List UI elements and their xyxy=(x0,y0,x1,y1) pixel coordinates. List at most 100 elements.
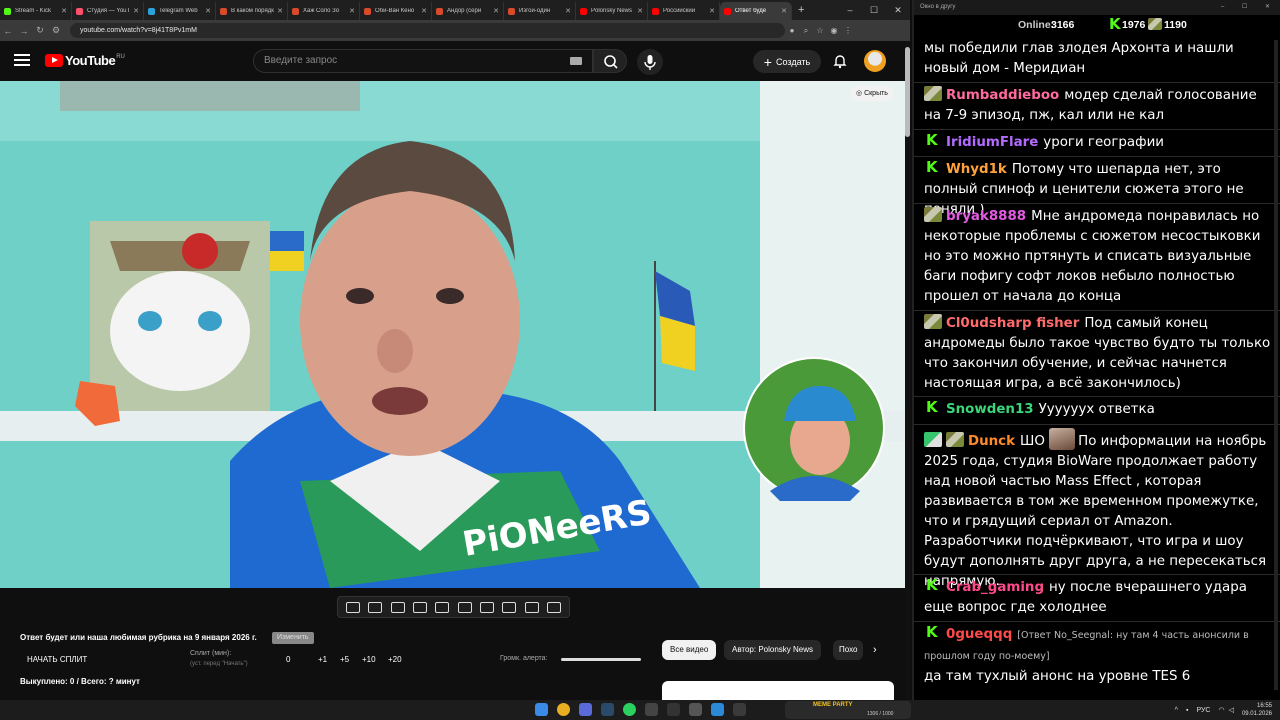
alert-volume-slider[interactable] xyxy=(561,658,641,661)
browser-tab[interactable]: В каком порядке ✕ xyxy=(216,2,288,20)
browser-tab[interactable]: Изгой-один ✕ xyxy=(504,2,576,20)
edit-tag[interactable]: Изменить xyxy=(272,632,314,644)
start-icon[interactable] xyxy=(535,703,548,716)
close-icon[interactable]: ✕ xyxy=(886,0,910,20)
extension-icon[interactable]: ● xyxy=(785,26,799,35)
tab-close-icon[interactable]: ✕ xyxy=(133,7,139,15)
menu-dots-icon[interactable]: ⋮ xyxy=(841,26,855,35)
forward-icon[interactable]: → xyxy=(16,26,32,36)
search-button[interactable] xyxy=(593,49,627,73)
maximize-icon[interactable]: ☐ xyxy=(862,0,886,20)
split-plus-20-button[interactable]: +20 xyxy=(388,655,402,664)
speed-gauge-icon[interactable] xyxy=(479,601,494,613)
chat-username[interactable]: Cl0udsharp fisher xyxy=(946,316,1079,331)
tab-close-icon[interactable]: ✕ xyxy=(565,7,571,15)
browser-tab[interactable]: Polonsky News ✕ xyxy=(576,2,648,20)
zoom-icon[interactable]: ⌕ xyxy=(799,26,813,36)
chat-username[interactable]: 0gueqqq xyxy=(946,627,1012,642)
keyboard-icon[interactable] xyxy=(570,57,582,65)
tab-close-icon[interactable]: ✕ xyxy=(349,7,355,15)
wifi-icon[interactable]: ◠ xyxy=(1218,706,1224,714)
chat-username[interactable]: Rumbaddieboo xyxy=(946,88,1059,103)
tab-close-icon[interactable]: ✕ xyxy=(61,7,67,15)
browser-tab[interactable]: Ответ буде ✕ xyxy=(720,2,792,20)
tab-close-icon[interactable]: ✕ xyxy=(709,7,715,15)
chip-author[interactable]: Автор: Polonsky News xyxy=(724,640,822,660)
tray-arrow-icon[interactable]: ^ xyxy=(1175,707,1178,714)
tab-close-icon[interactable]: ✕ xyxy=(637,7,643,15)
chat-username[interactable]: bryak8888 xyxy=(946,209,1026,224)
settings-gear-icon[interactable] xyxy=(546,601,561,613)
clock[interactable]: 16:55 09.01.2026 xyxy=(1242,702,1272,718)
spotify-icon[interactable] xyxy=(623,703,636,716)
cinema-mode-icon[interactable] xyxy=(457,601,472,613)
scrollbar-thumb[interactable] xyxy=(905,47,910,137)
chrome-icon[interactable] xyxy=(557,703,570,716)
chat-message: Dunck ШО По информации на ноябрь 2025 год… xyxy=(924,428,1274,592)
add-clip-icon[interactable] xyxy=(502,601,517,613)
browser-tab[interactable]: Андор (сери ✕ xyxy=(432,2,504,20)
meme-party-widget[interactable]: МЕМЕ PARTY 1306 / 1000 xyxy=(785,701,911,719)
search-input[interactable]: Введите запрос xyxy=(253,49,593,73)
media-player-icon[interactable] xyxy=(689,703,702,716)
account-avatar[interactable] xyxy=(864,50,886,72)
voice-search-button[interactable] xyxy=(637,49,663,75)
browser-tab[interactable]: Российский ✕ xyxy=(648,2,720,20)
screenshot-icon[interactable] xyxy=(524,601,539,613)
notifications-bell-icon[interactable] xyxy=(832,53,848,69)
discord-icon[interactable] xyxy=(579,703,592,716)
broadcast-icon[interactable] xyxy=(368,601,383,613)
picture-in-picture-icon[interactable] xyxy=(435,601,450,613)
split-plus-1-button[interactable]: +1 xyxy=(318,655,327,664)
start-split-button[interactable]: НАЧАТЬ СПЛИТ xyxy=(27,655,87,664)
video-player[interactable]: PiONeeRS ◎ Скрыть xyxy=(0,81,905,588)
split-plus-5-button[interactable]: +5 xyxy=(340,655,349,664)
minimize-icon[interactable]: – xyxy=(838,0,862,20)
chat-username[interactable]: Whyd1k xyxy=(946,162,1007,177)
profile-icon[interactable]: ◉ xyxy=(827,26,841,35)
chat-scrollbar[interactable] xyxy=(1274,40,1278,690)
app-icon[interactable] xyxy=(667,703,680,716)
site-info-icon[interactable]: ⚙ xyxy=(48,25,64,36)
chevron-right-icon[interactable]: › xyxy=(873,644,877,656)
new-tab-icon[interactable]: + xyxy=(798,4,804,16)
chat-username[interactable]: Dunck xyxy=(968,434,1015,449)
obs-icon[interactable] xyxy=(645,703,658,716)
chat-username[interactable]: Crab_gaming xyxy=(946,580,1044,595)
chat-username[interactable]: Snowden13 xyxy=(946,402,1034,417)
page-scrollbar[interactable] xyxy=(905,41,910,700)
tab-close-icon[interactable]: ✕ xyxy=(781,7,787,15)
chip-all-videos[interactable]: Все видео xyxy=(662,640,717,660)
tab-close-icon[interactable]: ✕ xyxy=(205,7,211,15)
chip-similar[interactable]: Похо xyxy=(833,640,863,660)
split-plus-10-button[interactable]: +10 xyxy=(362,655,376,664)
chat-username[interactable]: IridiumFlare xyxy=(946,135,1038,150)
clapper-icon[interactable] xyxy=(413,601,428,613)
bookmark-icon[interactable]: ☆ xyxy=(813,26,827,35)
browser-tab[interactable]: Telegram Web ✕ xyxy=(144,2,216,20)
browser-tab[interactable]: Stream - Kick ✕ xyxy=(0,2,72,20)
hide-button[interactable]: ◎ Скрыть xyxy=(850,86,894,101)
hamburger-menu-icon[interactable] xyxy=(14,54,30,66)
url-field[interactable]: youtube.com/watch?v=8j41T8Pv1mM xyxy=(70,23,785,38)
chat-window-controls[interactable]: – ☐ ✕ xyxy=(1221,0,1278,15)
tab-close-icon[interactable]: ✕ xyxy=(277,7,283,15)
language-indicator[interactable]: РУС xyxy=(1196,707,1210,714)
telegram-icon[interactable] xyxy=(711,703,724,716)
tab-close-icon[interactable]: ✕ xyxy=(493,7,499,15)
volume-icon[interactable]: ◁ xyxy=(1229,706,1234,714)
steam-icon[interactable] xyxy=(601,703,614,716)
create-button[interactable]: + Создать xyxy=(753,50,821,73)
back-icon[interactable]: ← xyxy=(0,26,16,36)
watch-later-icon[interactable] xyxy=(390,601,405,613)
browser-tab[interactable]: Оби-Ван Кено ✕ xyxy=(360,2,432,20)
recommendation-card[interactable] xyxy=(662,681,894,700)
browser-tab[interactable]: Студия — YouTube✕ xyxy=(72,2,144,20)
loop-icon[interactable] xyxy=(346,601,361,613)
tray-app-icon[interactable]: ▪ xyxy=(1186,707,1188,714)
youtube-logo[interactable]: YouTube RU xyxy=(45,53,125,68)
reload-icon[interactable]: ↻ xyxy=(32,25,48,36)
browser-tab[interactable]: Хаж Соло Зо ✕ xyxy=(288,2,360,20)
tab-close-icon[interactable]: ✕ xyxy=(421,7,427,15)
grid-app-icon[interactable] xyxy=(733,703,746,716)
